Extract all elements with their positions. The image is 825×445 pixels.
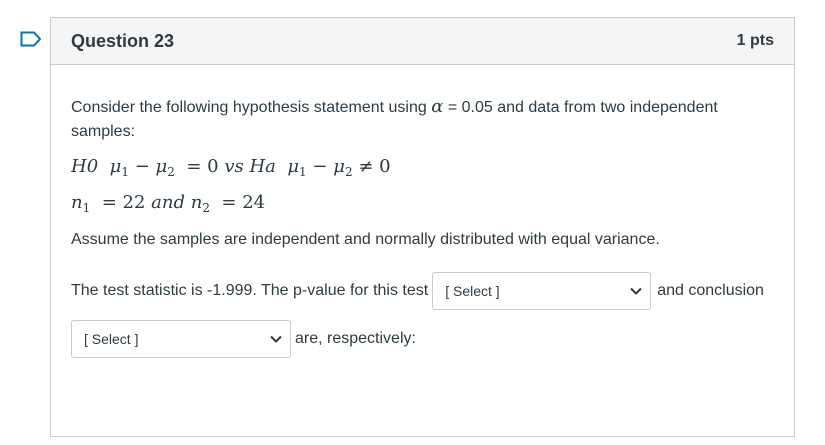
ha-label: Ha [249,156,276,177]
question-title: Question 23 [71,30,175,51]
chevron-down-icon [630,287,642,295]
n2-value: = 24 [221,192,266,213]
eq-zero: = 0 [186,156,219,177]
mu1-alt-sub: 1 [299,165,307,179]
n1-sub: 1 [82,201,91,215]
question-body: Consider the following hypothesis statem… [51,65,794,358]
mu1-sub: 1 [121,165,129,179]
mu2: μ [155,156,168,177]
mu2-alt-sub: 2 [344,165,353,179]
sample-sizes: n1 = 22 and n2 = 24 [71,190,774,216]
minus-sign: − [134,156,150,177]
h0-label: H0 [71,156,99,177]
minus-sign-alt: − [312,156,328,177]
n1: n [71,192,83,213]
hypothesis-equation: H0 μ1 − μ2 = 0 vs Ha μ1 − μ2 ≠ 0 [71,154,774,180]
and-text: and [151,192,185,213]
mu2-sub: 2 [167,165,175,179]
n2-sub: 2 [202,201,210,215]
conclusion-select[interactable]: [ Select ] [71,320,291,358]
n1-value: = 22 [101,192,146,213]
question-points: 1 pts [736,32,774,49]
test-statistic-text: The test statistic is -1.999. The p-valu… [71,282,429,299]
answer-row-2: [ Select ] are, respectively: [71,320,774,358]
chevron-down-icon [270,335,282,343]
conclusion-select-value: [ Select ] [84,331,139,347]
assumption-text: Assume the samples are independent and n… [71,231,660,248]
alpha-value: = 0.05 [447,99,493,116]
neq-zero: ≠ 0 [358,156,391,177]
question-header: Question 23 1 pts [51,18,794,65]
n2: n [190,192,203,213]
and-conclusion-text: and conclusion [657,282,764,299]
alpha-symbol: α [431,96,444,117]
vs-text: vs [224,156,244,177]
bookmark-flag-icon[interactable] [20,31,42,47]
mu1-alt: μ [287,156,300,177]
pvalue-select[interactable]: [ Select ] [432,272,652,310]
pvalue-select-value: [ Select ] [445,283,500,299]
question-intro: Consider the following hypothesis statem… [71,95,774,144]
answer-row-1: The test statistic is -1.999. The p-valu… [71,272,774,310]
question-card: Question 23 1 pts Consider the following… [50,17,795,437]
respectively-text: are, respectively: [295,330,416,347]
mu1: μ [109,156,122,177]
mu2-alt: μ [333,156,345,177]
intro-pre: Consider the following hypothesis statem… [71,99,427,116]
